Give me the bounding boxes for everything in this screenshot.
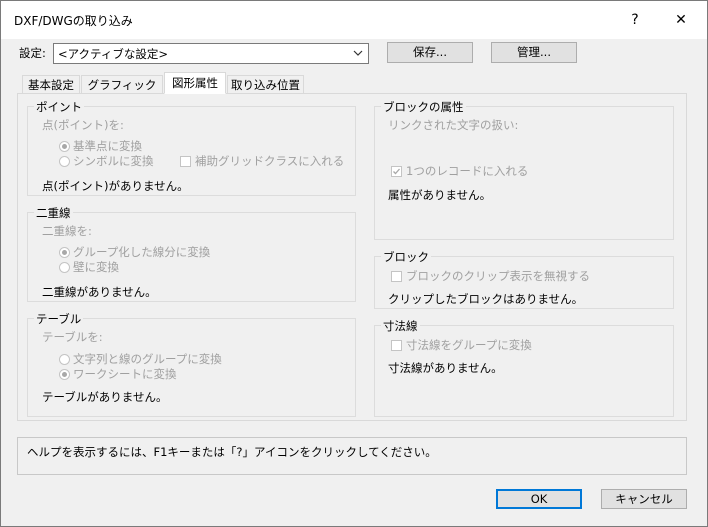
block-attribute-prompt: リンクされた文字の扱い:	[388, 118, 519, 132]
ignore-block-clip-label: ブロックのクリップ表示を無視する	[406, 269, 590, 283]
block-group: ブロック ブロックのクリップ表示を無視する クリップしたブロックはありません。	[374, 249, 674, 309]
checkmark-icon	[393, 168, 400, 175]
double-line-group: 二重線 二重線を: グループ化した線分に変換 壁に変換 二重線がありません。	[27, 205, 356, 302]
chevron-down-icon	[353, 50, 363, 56]
point-option-symbol-label: シンボルに変換	[73, 154, 154, 168]
double-line-option-grouped-label: グループ化した線分に変換	[73, 245, 211, 259]
manage-settings-button[interactable]: 管理...	[491, 42, 577, 63]
point-prompt: 点(ポイント)を:	[42, 118, 124, 132]
checkbox-single-record[interactable]	[391, 166, 402, 177]
double-line-status: 二重線がありません。	[42, 285, 157, 299]
table-prompt: テーブルを:	[42, 330, 103, 344]
table-group: テーブル テーブルを: 文字列と線のグループに変換 ワークシートに変換 テーブル…	[27, 311, 356, 417]
table-group-title: テーブル	[34, 311, 84, 327]
radio-table-to-text-line-group[interactable]	[59, 354, 70, 365]
radio-point-to-locus[interactable]	[59, 141, 70, 152]
dimension-group: 寸法線 寸法線をグループに変換 寸法線がありません。	[374, 318, 674, 417]
dimension-group-title: 寸法線	[381, 318, 420, 334]
title-bar: DXF/DWGの取り込み ? ✕	[1, 1, 707, 39]
double-line-prompt: 二重線を:	[42, 224, 92, 238]
close-icon[interactable]: ✕	[667, 7, 695, 33]
block-group-title: ブロック	[381, 249, 431, 265]
point-status: 点(ポイント)がありません。	[42, 179, 189, 193]
block-attribute-group-title: ブロックの属性	[381, 99, 466, 115]
table-status: テーブルがありません。	[42, 390, 168, 404]
point-group: ポイント 点(ポイント)を: 基準点に変換 シンボルに変換 補助グリッドクラスに…	[27, 99, 356, 196]
help-message-box: ヘルプを表示するには、F1キーまたは「?」アイコンをクリックしてください。	[17, 437, 687, 475]
window-title: DXF/DWGの取り込み	[14, 14, 133, 28]
block-attribute-group: ブロックの属性 リンクされた文字の扱い: 1つのレコードに入れる 属性がありませ…	[374, 99, 674, 240]
single-record-label: 1つのレコードに入れる	[406, 164, 529, 178]
checkbox-dimension-to-group[interactable]	[391, 340, 402, 351]
aux-grid-class-label: 補助グリッドクラスに入れる	[195, 154, 345, 168]
tab-graphic-attributes[interactable]: グラフィック属性	[81, 75, 163, 110]
dimension-status: 寸法線がありません。	[388, 361, 503, 375]
radio-point-to-symbol[interactable]	[59, 156, 70, 167]
block-status: クリップしたブロックはありません。	[388, 292, 584, 306]
radio-double-line-to-wall[interactable]	[59, 262, 70, 273]
ok-button[interactable]: OK	[496, 489, 582, 509]
double-line-group-title: 二重線	[34, 205, 73, 221]
help-icon[interactable]: ?	[621, 7, 649, 33]
dimension-to-group-label: 寸法線をグループに変換	[406, 338, 532, 352]
settings-label: 設定:	[19, 46, 46, 60]
settings-dropdown-value: <アクティブな設定>	[58, 47, 169, 61]
cancel-button[interactable]: キャンセル	[601, 489, 687, 509]
settings-dropdown[interactable]: <アクティブな設定>	[53, 43, 369, 64]
tab-basic-settings[interactable]: 基本設定	[22, 75, 80, 93]
help-message: ヘルプを表示するには、F1キーまたは「?」アイコンをクリックしてください。	[27, 445, 437, 459]
table-option-worksheet-label: ワークシートに変換	[73, 367, 177, 381]
block-attribute-status: 属性がありません。	[388, 188, 492, 202]
tab-object-attributes[interactable]: 図形属性	[164, 72, 226, 94]
table-option-group-label: 文字列と線のグループに変換	[73, 352, 222, 366]
import-dialog: DXF/DWGの取り込み ? ✕ 設定: <アクティブな設定> 保存... 管理…	[0, 0, 708, 527]
checkbox-ignore-block-clip[interactable]	[391, 271, 402, 282]
double-line-option-wall-label: 壁に変換	[73, 260, 119, 274]
tab-panel: ポイント 点(ポイント)を: 基準点に変換 シンボルに変換 補助グリッドクラスに…	[17, 93, 687, 421]
tab-import-location[interactable]: 取り込み位置	[227, 75, 304, 93]
point-option-locus-label: 基準点に変換	[73, 139, 142, 153]
checkbox-aux-grid-class[interactable]	[180, 156, 191, 167]
point-group-title: ポイント	[34, 99, 84, 115]
save-settings-button[interactable]: 保存...	[387, 42, 473, 63]
radio-table-to-worksheet[interactable]	[59, 369, 70, 380]
radio-double-line-to-grouped-lines[interactable]	[59, 247, 70, 258]
